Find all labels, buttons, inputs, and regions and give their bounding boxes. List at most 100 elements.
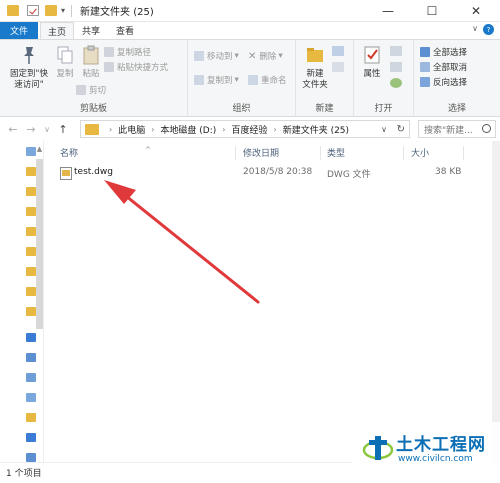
back-icon[interactable]: ← <box>6 123 20 136</box>
folder-icon[interactable] <box>26 247 36 256</box>
scissors-icon <box>104 47 114 57</box>
title-divider <box>71 4 73 17</box>
quick-access-icon[interactable] <box>26 147 36 156</box>
new-item-icon[interactable] <box>332 46 344 56</box>
tab-home[interactable]: 主页 <box>40 22 74 39</box>
column-name[interactable]: 名称 <box>60 146 78 159</box>
documents-icon[interactable] <box>26 413 36 422</box>
invert-selection-button[interactable]: 反向选择 <box>420 76 467 88</box>
folder-icon[interactable] <box>26 267 36 276</box>
copy-button[interactable]: 复制 <box>54 44 76 80</box>
column-date[interactable]: 修改日期 <box>243 146 279 159</box>
new-folder-icon <box>307 48 323 62</box>
select-none-button[interactable]: 全部取消 <box>420 61 467 73</box>
easy-access-icon[interactable] <box>332 62 344 72</box>
cut-small-button[interactable]: 剪切 <box>76 84 106 96</box>
new-folder-quick-icon[interactable] <box>45 5 57 16</box>
breadcrumb-baidu-jingyan[interactable]: 百度经验 <box>231 123 267 136</box>
expand-ribbon-icon[interactable]: ∨ <box>472 24 478 33</box>
folder-icon[interactable] <box>26 287 36 296</box>
forward-icon[interactable]: → <box>24 123 38 136</box>
move-to-label: 移动到 <box>207 52 233 62</box>
item-count: 1 个项目 <box>6 469 42 479</box>
this-pc-icon[interactable] <box>26 333 36 342</box>
tab-view[interactable]: 查看 <box>108 22 142 39</box>
dwg-file-icon <box>60 167 72 180</box>
file-name[interactable]: test.dwg <box>74 167 113 177</box>
select-group-label: 选择 <box>447 104 466 114</box>
open-icon[interactable] <box>390 46 402 56</box>
breadcrumb-separator: › <box>273 124 277 134</box>
window-title: 新建文件夹 (25) <box>80 7 154 18</box>
maximize-button[interactable]: ☐ <box>410 0 454 22</box>
close-button[interactable]: ✕ <box>454 0 498 22</box>
breadcrumb-separator: › <box>109 124 113 134</box>
copy-to-icon <box>194 75 204 85</box>
properties-button[interactable]: 属性 <box>360 44 384 80</box>
folder-icon[interactable] <box>26 167 36 176</box>
new-group: 新建 文件夹 新建 <box>296 40 354 117</box>
minimize-button[interactable]: — <box>366 0 410 22</box>
delete-button[interactable]: ✕ 删除 ▾ <box>248 50 283 63</box>
file-list-scrollbar[interactable] <box>492 141 500 462</box>
history-icon[interactable] <box>390 78 402 88</box>
cut-button[interactable]: 复制路径 <box>104 46 151 58</box>
customize-quick-access-icon[interactable]: ▾ <box>61 6 65 15</box>
up-icon[interactable]: ↑ <box>56 123 70 136</box>
refresh-icon[interactable]: ↻ <box>397 124 405 135</box>
watermark-url: www.civilcn.com <box>398 454 473 464</box>
pin-quick-access-button[interactable]: 固定到"快 速访问" <box>6 44 52 91</box>
copy-to-label: 复制到 <box>207 76 233 86</box>
copy-to-button[interactable]: 复制到 ▾ <box>194 74 239 86</box>
file-type: DWG 文件 <box>327 170 371 180</box>
ribbon-tabs: 文件 主页 共享 查看 ∨ ? <box>0 22 500 39</box>
paste-shortcut-button[interactable]: 粘贴快捷方式 <box>104 61 168 73</box>
recent-locations-icon[interactable]: ∨ <box>40 125 54 134</box>
select-all-button[interactable]: 全部选择 <box>420 46 467 58</box>
folder-icon[interactable] <box>26 207 36 216</box>
navigation-scrollbar[interactable] <box>36 159 43 329</box>
3d-objects-icon[interactable] <box>26 353 36 362</box>
new-folder-button[interactable]: 新建 文件夹 <box>300 44 330 91</box>
properties-quick-icon[interactable] <box>27 5 39 16</box>
paste-button[interactable]: 粘贴 <box>80 44 102 80</box>
breadcrumb-local-disk[interactable]: 本地磁盘 (D:) <box>160 123 216 136</box>
pictures-icon[interactable] <box>26 393 36 402</box>
pin-icon <box>24 47 34 64</box>
properties-icon <box>364 46 380 64</box>
music-icon[interactable] <box>26 453 36 462</box>
column-divider[interactable] <box>403 146 404 160</box>
open-group: 属性 打开 <box>354 40 414 117</box>
column-size[interactable]: 大小 <box>411 146 429 159</box>
folder-icon[interactable] <box>26 227 36 236</box>
downloads-icon[interactable] <box>26 433 36 442</box>
help-icon[interactable]: ? <box>483 24 494 35</box>
tab-share[interactable]: 共享 <box>74 22 108 39</box>
move-to-icon <box>194 51 204 61</box>
new-folder-label: 新建 文件夹 <box>302 69 328 90</box>
scroll-up-icon[interactable]: ▲ <box>36 145 43 153</box>
copy-label: 复制 <box>56 69 74 79</box>
breadcrumb-this-pc[interactable]: 此电脑 <box>118 123 145 136</box>
rename-label: 重命名 <box>261 76 287 86</box>
column-divider[interactable] <box>463 146 464 160</box>
address-bar[interactable]: › 此电脑 › 本地磁盘 (D:) › 百度经验 › 新建文件夹 (25) ∨ … <box>80 120 410 138</box>
column-divider[interactable] <box>320 146 321 160</box>
paste-label: 粘贴 <box>82 69 100 79</box>
move-to-button[interactable]: 移动到 ▾ <box>194 50 239 62</box>
search-input[interactable]: 搜索"新建... <box>418 120 496 138</box>
tab-file[interactable]: 文件 <box>0 22 38 39</box>
column-type[interactable]: 类型 <box>327 146 345 159</box>
folder-icon[interactable] <box>26 187 36 196</box>
file-row[interactable]: test.dwg 2018/5/8 20:38 DWG 文件 38 KB <box>55 164 475 180</box>
edit-icon[interactable] <box>390 62 402 72</box>
videos-icon[interactable] <box>26 373 36 382</box>
rename-button[interactable]: 重命名 <box>248 74 287 86</box>
column-divider[interactable] <box>235 146 236 160</box>
breadcrumb-current-folder[interactable]: 新建文件夹 (25) <box>283 123 349 136</box>
file-size: 38 KB <box>435 167 462 177</box>
folder-icon[interactable] <box>26 307 36 316</box>
address-dropdown-icon[interactable]: ∨ <box>381 125 387 134</box>
watermark-logo-icon <box>362 436 394 460</box>
cut-small-label: 剪切 <box>89 86 107 96</box>
